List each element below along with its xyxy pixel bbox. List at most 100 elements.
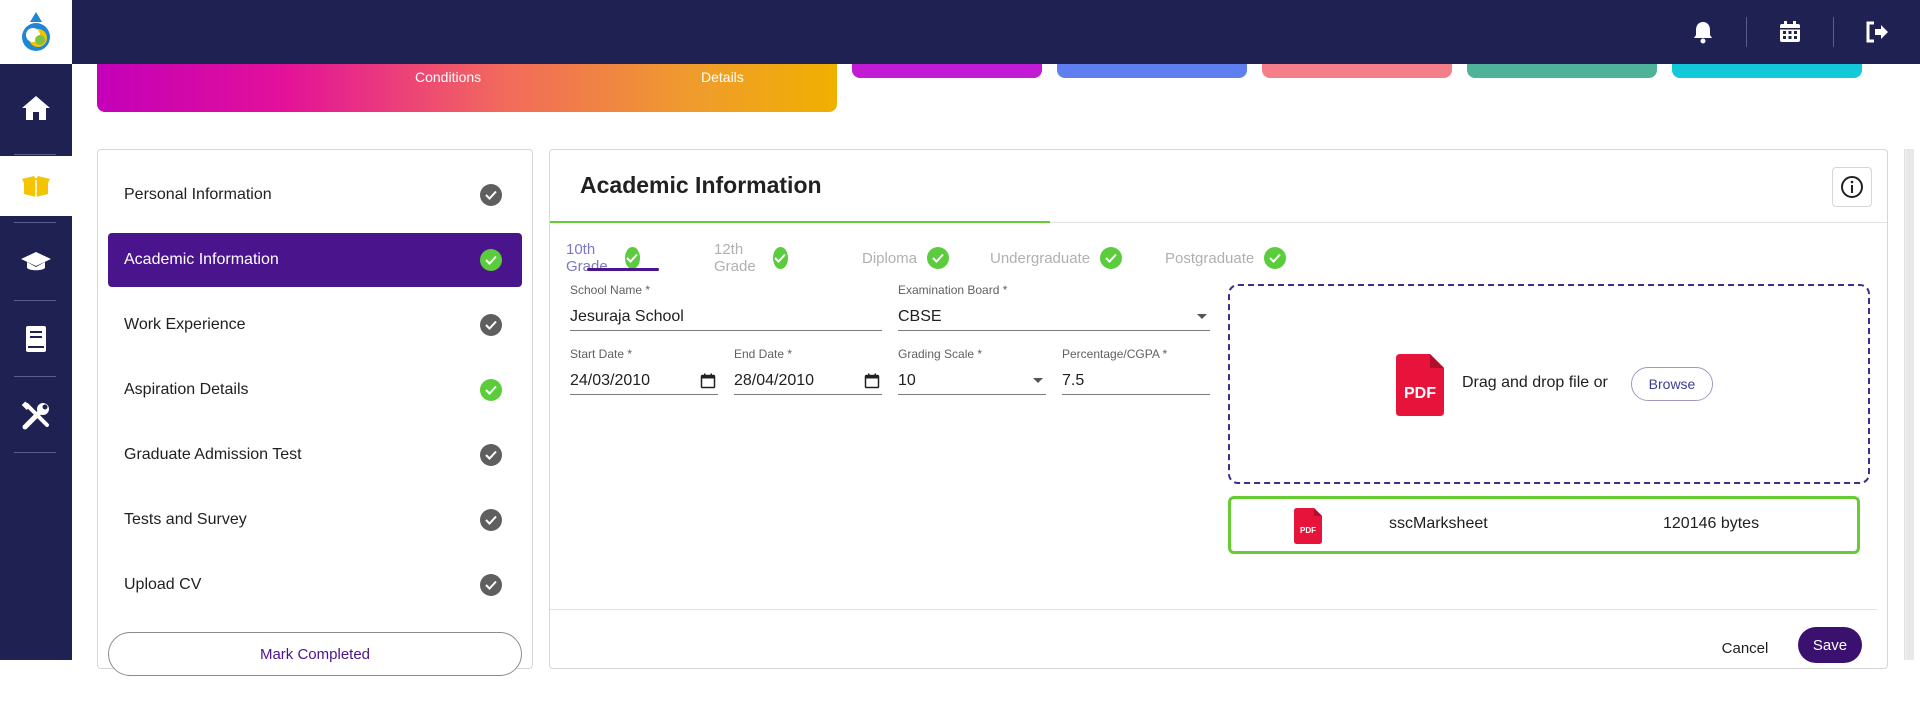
scrollbar-thumb[interactable] bbox=[1906, 149, 1914, 660]
uploaded-file-item[interactable]: PDF sscMarksheet 120146 bytes bbox=[1228, 496, 1860, 554]
notifications-button[interactable] bbox=[1660, 0, 1746, 64]
field-label: Grading Scale * bbox=[898, 347, 983, 361]
calendar-picker-icon[interactable] bbox=[700, 373, 716, 389]
home-icon bbox=[22, 96, 50, 120]
check-icon bbox=[480, 249, 502, 271]
end-date-field[interactable]: End Date * 28/04/2010 bbox=[734, 347, 882, 395]
chevron-right-icon bbox=[28, 680, 41, 700]
step-label: Academic Information bbox=[124, 251, 279, 268]
tab-label: Diploma bbox=[862, 249, 918, 267]
logout-button[interactable] bbox=[1834, 0, 1920, 64]
step-label: Personal Information bbox=[124, 186, 272, 203]
check-icon bbox=[480, 314, 502, 336]
book-icon bbox=[26, 326, 46, 352]
top-app-bar bbox=[0, 0, 1920, 64]
tab-postgraduate[interactable]: Postgraduate bbox=[1165, 238, 1287, 278]
selected-value: 10 bbox=[898, 371, 916, 389]
status-card bbox=[1262, 64, 1452, 78]
examination-board-select[interactable]: Examination Board * CBSE bbox=[898, 283, 1210, 331]
logo-icon bbox=[22, 12, 50, 51]
check-icon bbox=[1264, 247, 1287, 269]
scrollbar[interactable] bbox=[1904, 149, 1914, 660]
pdf-file-icon: PDF bbox=[1396, 354, 1444, 416]
step-graduate-admission-test[interactable]: Graduate Admission Test bbox=[108, 428, 522, 482]
tab-undergraduate[interactable]: Undergraduate bbox=[990, 238, 1123, 278]
dropdown-arrow-icon bbox=[1197, 313, 1207, 319]
calendar-picker-icon[interactable] bbox=[864, 373, 880, 389]
step-label: Aspiration Details bbox=[124, 381, 249, 398]
active-tab-indicator bbox=[587, 268, 659, 271]
banner-label: Conditions bbox=[415, 69, 482, 85]
field-label: Start Date * bbox=[570, 347, 633, 361]
app-logo[interactable] bbox=[0, 0, 72, 64]
step-academic-information[interactable]: Academic Information bbox=[108, 233, 522, 287]
grading-scale-select[interactable]: Grading Scale * 10 bbox=[898, 347, 1046, 395]
title-underline bbox=[550, 221, 1050, 223]
tab-12th-grade[interactable]: 12th Grade bbox=[714, 238, 788, 278]
tab-label: Undergraduate bbox=[990, 249, 1091, 267]
divider bbox=[14, 300, 56, 301]
start-date-input[interactable]: 24/03/2010 bbox=[570, 372, 650, 390]
pdf-label: PDF bbox=[1300, 526, 1316, 535]
nav-application[interactable] bbox=[0, 156, 72, 216]
file-dropzone[interactable]: PDF Drag and drop file or Browse bbox=[1228, 284, 1870, 484]
bell-icon bbox=[1694, 22, 1712, 44]
academic-info-panel: Academic Information 10th Grade 12th Gra… bbox=[549, 149, 1888, 669]
step-upload-cv[interactable]: Upload CV bbox=[108, 558, 522, 612]
school-name-field[interactable]: School Name * Jesuraja School bbox=[570, 283, 882, 331]
mark-completed-button[interactable]: Mark Completed bbox=[108, 632, 522, 676]
field-label: School Name * bbox=[570, 283, 651, 297]
steps-panel: Personal Information Academic Informatio… bbox=[97, 149, 533, 676]
check-icon bbox=[1100, 247, 1123, 269]
nav-tools[interactable] bbox=[0, 386, 72, 446]
progress-banner: Conditions Details bbox=[97, 64, 837, 112]
nav-courses[interactable] bbox=[0, 232, 72, 292]
browse-button[interactable]: Browse bbox=[1631, 367, 1713, 401]
nav-home[interactable] bbox=[0, 78, 72, 138]
divider bbox=[14, 154, 56, 155]
nav-library[interactable] bbox=[0, 309, 72, 369]
status-card bbox=[1672, 64, 1862, 78]
step-aspiration-details[interactable]: Aspiration Details bbox=[108, 363, 522, 417]
step-work-experience[interactable]: Work Experience bbox=[108, 298, 522, 352]
divider bbox=[1050, 222, 1887, 223]
check-icon bbox=[773, 247, 788, 269]
tab-label: 12th Grade bbox=[714, 241, 756, 275]
end-date-input[interactable]: 28/04/2010 bbox=[734, 372, 814, 390]
info-button[interactable] bbox=[1832, 167, 1872, 207]
save-button[interactable]: Save bbox=[1798, 627, 1862, 663]
file-name: sscMarksheet bbox=[1389, 515, 1488, 532]
tab-diploma[interactable]: Diploma bbox=[862, 238, 950, 278]
box-icon bbox=[22, 176, 50, 197]
field-label: End Date * bbox=[734, 347, 793, 361]
school-name-input[interactable]: Jesuraja School bbox=[570, 308, 684, 326]
percentage-field[interactable]: Percentage/CGPA * 7.5 bbox=[1062, 347, 1210, 395]
selected-value: CBSE bbox=[898, 307, 942, 325]
check-icon bbox=[480, 509, 502, 531]
pdf-file-icon: PDF bbox=[1294, 508, 1322, 544]
divider bbox=[550, 609, 1877, 610]
step-label: Upload CV bbox=[124, 576, 202, 593]
step-tests-and-survey[interactable]: Tests and Survey bbox=[108, 493, 522, 547]
divider bbox=[14, 452, 56, 453]
check-icon bbox=[480, 184, 502, 206]
file-size: 120146 bytes bbox=[1663, 515, 1760, 532]
tab-10th-grade[interactable]: 10th Grade bbox=[566, 238, 640, 278]
side-nav bbox=[0, 64, 72, 716]
tools-icon bbox=[21, 401, 49, 430]
divider bbox=[14, 376, 56, 377]
start-date-field[interactable]: Start Date * 24/03/2010 bbox=[570, 347, 718, 395]
calendar-button[interactable] bbox=[1747, 0, 1833, 64]
pdf-label: PDF bbox=[1404, 385, 1436, 402]
check-icon bbox=[927, 247, 950, 269]
divider bbox=[14, 222, 56, 223]
logout-icon bbox=[1866, 21, 1888, 43]
expand-sidebar-button[interactable] bbox=[8, 664, 60, 716]
step-label: Work Experience bbox=[124, 316, 246, 333]
field-label: Examination Board * bbox=[898, 283, 1008, 297]
step-personal-information[interactable]: Personal Information bbox=[108, 168, 522, 222]
status-card bbox=[852, 64, 1042, 78]
percentage-input[interactable]: 7.5 bbox=[1062, 372, 1084, 390]
check-icon bbox=[480, 379, 502, 401]
check-icon bbox=[480, 574, 502, 596]
